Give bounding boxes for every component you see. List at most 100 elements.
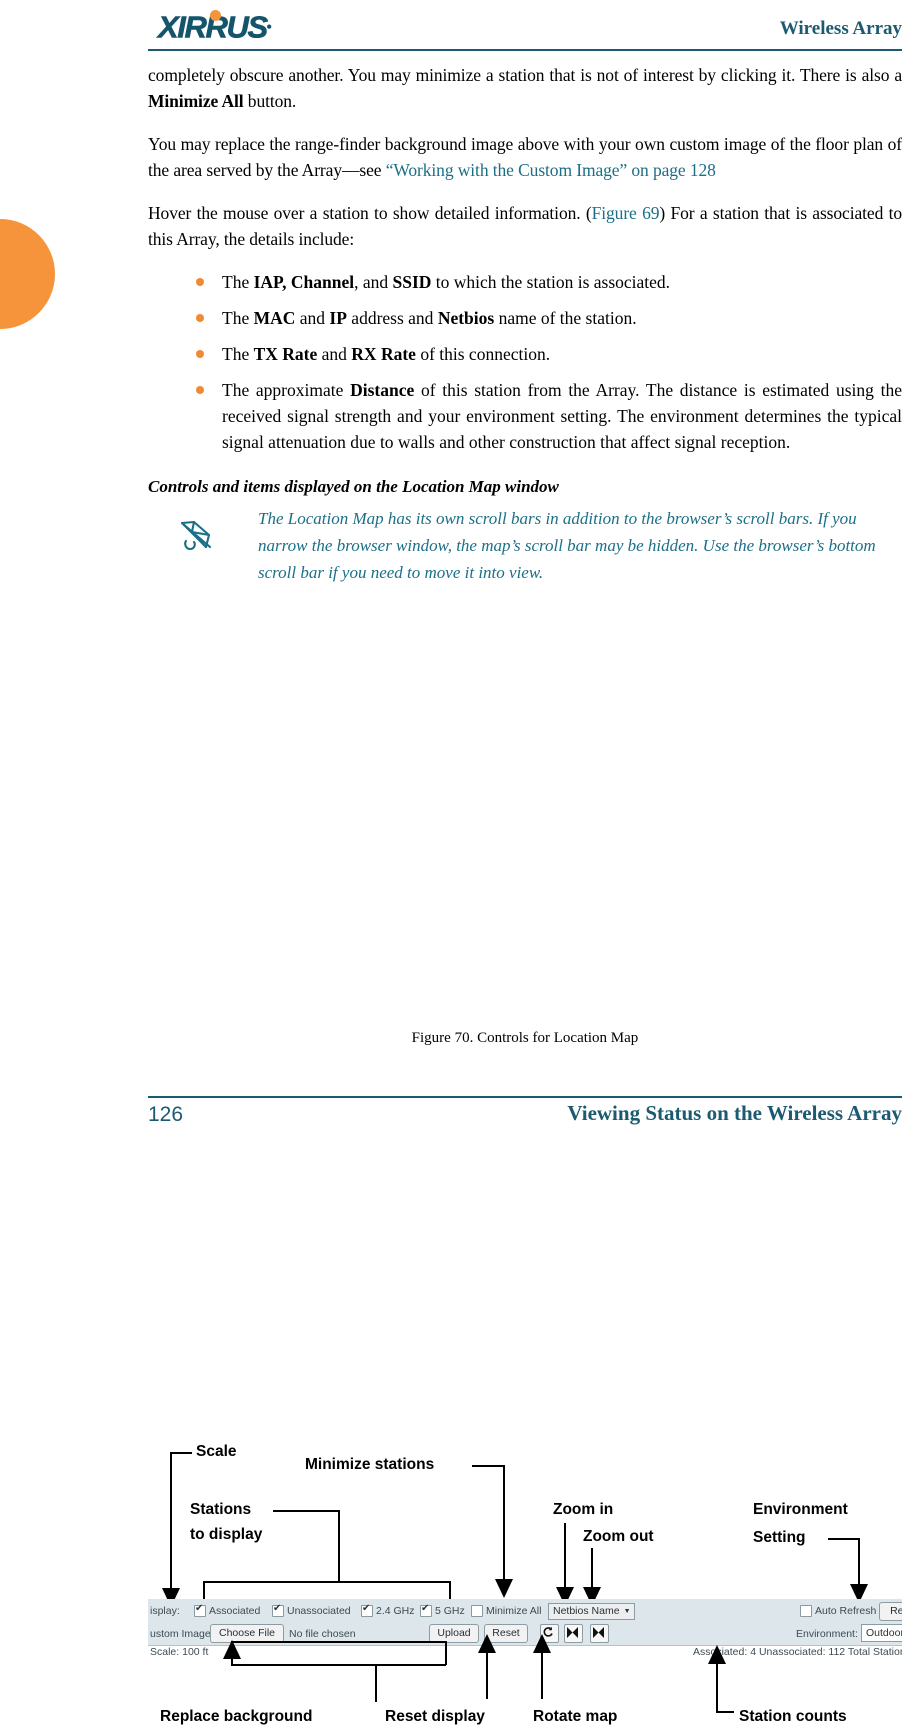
logo-orange-dot-icon [210, 10, 221, 21]
list-item: The approximate Distance of this station… [148, 377, 902, 455]
bullet1-bold1: IAP, Channel [253, 272, 355, 292]
paragraph-hover: Hover the mouse over a station to show d… [148, 200, 902, 252]
page-number: 126 [148, 1103, 184, 1126]
page-header: XIRRUS• Wireless Array [148, 4, 902, 50]
callout-label-rotate-map: Rotate map [533, 1708, 618, 1725]
callout-arrow-station-counts [708, 1645, 726, 1664]
callout-label-reset-display: Reset display [385, 1708, 485, 1725]
checkbox-auto-refresh[interactable] [800, 1605, 812, 1617]
xirrus-logo: XIRRUS• [158, 10, 323, 45]
document-body: completely obscure another. You may mini… [148, 62, 902, 586]
para1-bold: Minimize All [148, 91, 244, 111]
callout-line-minimize-v [503, 1465, 505, 1583]
header-divider [148, 49, 902, 51]
para1-text-a: completely obscure another. You may mini… [148, 65, 902, 85]
environment-label: Environment: [796, 1628, 858, 1640]
chapter-tab-marker [0, 219, 55, 329]
station-details-list: The IAP, Channel, and SSID to which the … [148, 269, 902, 455]
para1-text-b: button. [243, 91, 297, 111]
paragraph-custom-image: You may replace the range-finder backgro… [148, 131, 902, 183]
cross-reference-link-figure69[interactable]: Figure 69 [592, 203, 660, 223]
footer-chapter-title: Viewing Status on the Wireless Array [567, 1101, 902, 1125]
footer-divider [148, 1096, 902, 1098]
checkbox-minimize-all[interactable] [471, 1605, 483, 1617]
note-text: The Location Map has its own scroll bars… [258, 509, 876, 582]
bullet-dot-icon [196, 314, 204, 322]
callout-line-minimize-h [472, 1465, 505, 1467]
bullet4-bold1: Distance [350, 380, 415, 400]
toolbar-status-row: Scale: 100 ft Associated: 4 Unassociated… [148, 1646, 902, 1661]
checkbox-5ghz[interactable] [420, 1603, 432, 1617]
checkbox-24ghz[interactable] [361, 1603, 373, 1617]
bullet2-mid2: address and [346, 308, 438, 328]
callout-line-stations-h [273, 1510, 339, 1512]
no-file-chosen-text: No file chosen [289, 1628, 356, 1640]
toolbar-row-display: isplay: Associated Unassociated 2.4 GHz … [148, 1601, 902, 1621]
bullet-dot-icon [196, 386, 204, 394]
zoom-out-icon[interactable] [590, 1624, 609, 1643]
checkbox-label-24ghz: 2.4 GHz [376, 1605, 415, 1617]
bullet3-mid: and [317, 344, 352, 364]
bullet2-bold3: Netbios [437, 308, 495, 328]
callout-line-stations-v [338, 1510, 340, 1582]
paragraph-minimize: completely obscure another. You may mini… [148, 62, 902, 114]
callout-label-stations-line1: Stations [190, 1501, 252, 1518]
callout-bracket-replace-left [231, 1641, 233, 1665]
checkbox-associated[interactable] [194, 1603, 206, 1617]
para3-text-a: Hover the mouse over a station to show d… [148, 203, 592, 223]
checkbox-label-unassociated: Unassociated [287, 1605, 351, 1617]
bullet2-bold2: IP [329, 308, 347, 328]
bullet1-mid: , and [354, 272, 393, 292]
bullet3-bold2: RX Rate [351, 344, 416, 364]
callout-line-scale-h [170, 1452, 192, 1454]
bullet-dot-icon [196, 350, 204, 358]
bullet3-pre: The [222, 344, 254, 364]
list-item: The TX Rate and RX Rate of this connecti… [148, 341, 902, 367]
callout-label-environment-line1: Environment [753, 1501, 848, 1518]
callout-line-scale-v [170, 1452, 172, 1592]
callout-label-replace-background: Replace background [160, 1708, 313, 1725]
callout-bracket-replace-right [445, 1641, 447, 1665]
figure-controls-for-location-map: Scale Stations to display Minimize stati… [0, 715, 902, 1725]
callout-label-stations-line2: to display [190, 1526, 263, 1543]
bullet2-mid: and [295, 308, 330, 328]
station-label-select[interactable]: Netbios Name [548, 1603, 635, 1620]
bullet3-post: of this connection. [415, 344, 551, 364]
environment-value-field[interactable]: Outdoor [861, 1624, 902, 1642]
checkbox-unassociated[interactable] [272, 1603, 284, 1617]
callout-bracket-stations-top [203, 1581, 450, 1583]
callout-line-environment-v [858, 1538, 860, 1588]
zoom-in-icon[interactable] [564, 1624, 583, 1643]
callout-label-environment-line2: Setting [753, 1529, 806, 1546]
header-product-title: Wireless Array [779, 18, 902, 39]
callout-line-zoom-in [564, 1523, 566, 1591]
callout-line-rotate-map [486, 1653, 488, 1699]
bullet-dot-icon [196, 278, 204, 286]
callout-line-station-counts-h [716, 1711, 734, 1713]
figure-caption: Figure 70. Controls for Location Map [411, 1030, 639, 1046]
callout-arrow-rotate-map-2 [533, 1634, 551, 1653]
callout-label-station-counts: Station counts [739, 1708, 847, 1725]
cross-reference-link-custom-image[interactable]: “Working with the Custom Image” on page … [386, 160, 716, 180]
callout-line-environment-h [828, 1538, 860, 1540]
scale-text: Scale: 100 ft [150, 1646, 209, 1658]
checkbox-label-associated: Associated [209, 1605, 261, 1617]
bullet2-pre: The [222, 308, 254, 328]
section-heading: Controls and items displayed on the Loca… [148, 477, 559, 496]
bullet1-bold2: SSID [392, 272, 432, 292]
callout-line-rotate-map-2 [541, 1653, 543, 1699]
callout-bracket-stations-left [203, 1581, 205, 1601]
bullet3-bold1: TX Rate [253, 344, 318, 364]
bullet1-post: to which the station is associated. [431, 272, 671, 292]
document-page: XIRRUS• Wireless Array completely obscur… [0, 0, 902, 1725]
bullet4-pre: The approximate [222, 380, 351, 400]
refresh-button[interactable]: Refr [879, 1602, 902, 1621]
callout-label-scale: Scale [196, 1443, 237, 1460]
logo-trademark: • [266, 19, 271, 35]
bullet1-pre: The [222, 272, 254, 292]
callout-arrow-rotate-map [478, 1634, 496, 1653]
list-item: The IAP, Channel, and SSID to which the … [148, 269, 902, 295]
callout-label-minimize-stations: Minimize stations [305, 1456, 435, 1473]
callout-bracket-replace-top [231, 1641, 446, 1643]
callout-line-zoom-out [591, 1548, 593, 1591]
